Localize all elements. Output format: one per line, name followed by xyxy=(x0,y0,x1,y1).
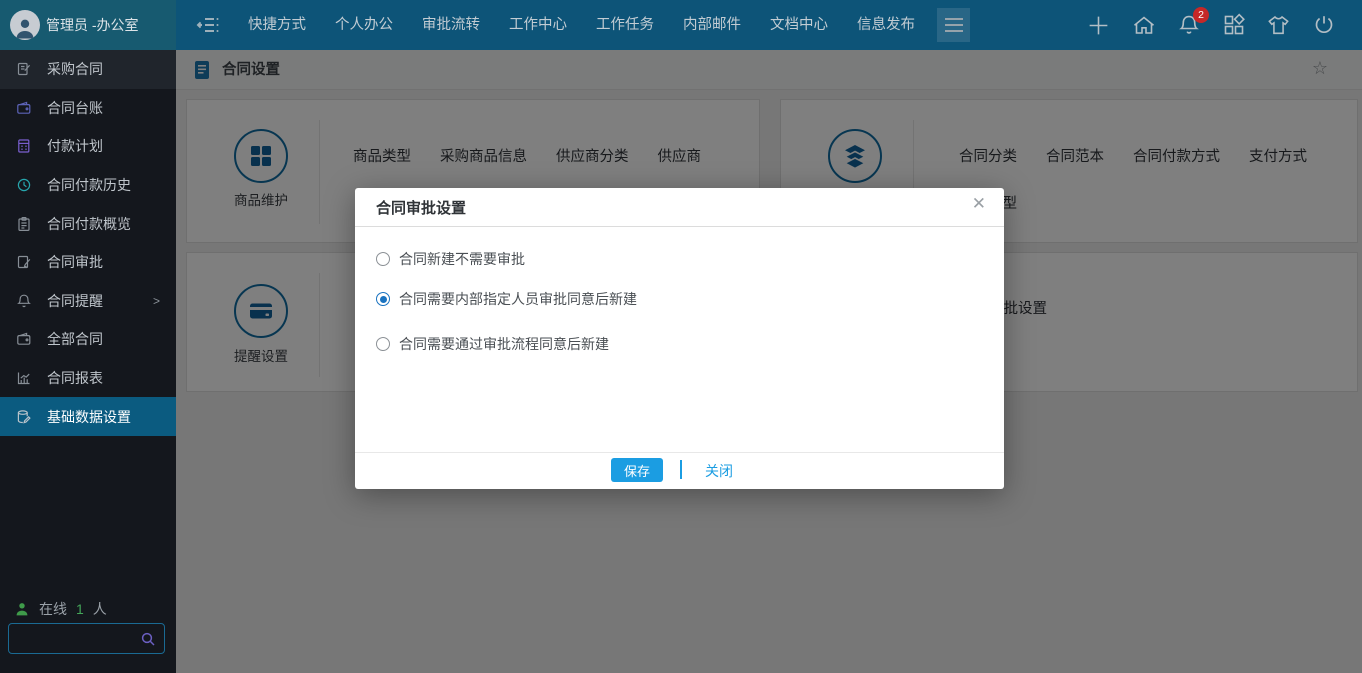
option-label: 合同需要内部指定人员审批同意后新建 xyxy=(399,289,637,309)
bell-icon xyxy=(16,293,32,309)
dialog-footer-divider xyxy=(355,452,1004,453)
sidebar-item-label: 基础数据设置 xyxy=(47,407,131,427)
option-workflow-approval[interactable]: 合同需要通过审批流程同意后新建 xyxy=(376,334,609,354)
document-sign-icon xyxy=(16,254,32,270)
sidebar-item-purchase-contract[interactable]: 采购合同 xyxy=(0,50,176,89)
nav-item-approval-flow[interactable]: 审批流转 xyxy=(422,0,480,50)
sidebar-item-contract-reports[interactable]: 合同报表 xyxy=(0,359,176,398)
topbar-icon-group: 2 xyxy=(1086,0,1336,50)
theme-shirt-icon[interactable] xyxy=(1266,13,1291,38)
document-edit-icon xyxy=(16,61,32,77)
dialog-header-divider xyxy=(355,226,1004,227)
option-internal-assigned-approval[interactable]: 合同需要内部指定人员审批同意后新建 xyxy=(376,289,637,309)
sidebar-item-label: 合同提醒 xyxy=(47,291,103,311)
contract-approval-settings-dialog: 合同审批设置 ✕ 合同新建不需要审批 合同需要内部指定人员审批同意后新建 合同需… xyxy=(355,188,1004,489)
dialog-title: 合同审批设置 xyxy=(376,197,466,218)
apps-grid-icon[interactable] xyxy=(1221,13,1246,38)
sidebar: 采购合同 合同台账 付款计划 合同付款历史 合同付款概览 xyxy=(0,50,176,673)
sidebar-search-input[interactable] xyxy=(8,623,165,654)
clock-icon xyxy=(16,177,32,193)
save-button[interactable]: 保存 xyxy=(611,458,663,482)
sidebar-item-label: 采购合同 xyxy=(47,59,103,79)
sidebar-item-label: 合同审批 xyxy=(47,252,103,272)
radio-unselected[interactable] xyxy=(376,337,390,351)
nav-item-internal-mail[interactable]: 内部邮件 xyxy=(683,0,741,50)
online-user-icon xyxy=(14,601,30,617)
nav-item-document-center[interactable]: 文档中心 xyxy=(770,0,828,50)
database-icon xyxy=(16,409,32,425)
main-nav: 快捷方式 个人办公 审批流转 工作中心 工作任务 内部邮件 文档中心 信息发布 xyxy=(248,0,915,50)
user-icon xyxy=(13,16,37,40)
top-bar: 管理员 -办公室 快捷方式 个人办公 审批流转 工作中心 工作任务 内部邮件 文… xyxy=(0,0,1362,50)
sidebar-item-label: 合同付款历史 xyxy=(47,175,131,195)
radio-selected[interactable] xyxy=(376,292,390,306)
nav-item-work-tasks[interactable]: 工作任务 xyxy=(596,0,654,50)
wallet-icon xyxy=(16,331,32,347)
online-unit: 人 xyxy=(93,599,107,619)
chevron-right-icon: > xyxy=(153,294,160,308)
add-icon[interactable] xyxy=(1086,13,1111,38)
sidebar-item-payment-plan[interactable]: 付款计划 xyxy=(0,127,176,166)
sidebar-item-payment-history[interactable]: 合同付款历史 xyxy=(0,166,176,205)
avatar xyxy=(10,10,40,40)
online-label: 在线 xyxy=(39,599,67,619)
sidebar-item-all-contracts[interactable]: 全部合同 xyxy=(0,320,176,359)
sidebar-item-label: 合同报表 xyxy=(47,368,103,388)
nav-item-personal-office[interactable]: 个人办公 xyxy=(335,0,393,50)
user-block[interactable]: 管理员 -办公室 xyxy=(0,0,176,50)
nav-item-shortcuts[interactable]: 快捷方式 xyxy=(248,0,306,50)
option-no-approval[interactable]: 合同新建不需要审批 xyxy=(376,249,525,269)
sidebar-item-label: 付款计划 xyxy=(47,136,103,156)
user-name: 管理员 -办公室 xyxy=(46,0,139,50)
sidebar-item-base-data-settings[interactable]: 基础数据设置 xyxy=(0,397,176,436)
close-icon[interactable]: ✕ xyxy=(972,194,986,214)
notification-badge: 2 xyxy=(1193,7,1209,23)
option-label: 合同新建不需要审批 xyxy=(399,249,525,269)
more-menu-icon[interactable] xyxy=(937,8,970,42)
clipboard-icon xyxy=(16,216,32,232)
radio-unselected[interactable] xyxy=(376,252,390,266)
online-count: 1 xyxy=(76,601,84,617)
calculator-icon xyxy=(16,138,32,154)
sidebar-item-contract-ledger[interactable]: 合同台账 xyxy=(0,89,176,128)
wallet-icon xyxy=(16,100,32,116)
home-icon[interactable] xyxy=(1131,13,1156,38)
close-button[interactable]: 关闭 xyxy=(705,461,733,481)
nav-item-info-publish[interactable]: 信息发布 xyxy=(857,0,915,50)
nav-item-work-center[interactable]: 工作中心 xyxy=(509,0,567,50)
online-status: 在线 1人 xyxy=(14,599,107,619)
search-icon[interactable] xyxy=(140,631,156,647)
logout-power-icon[interactable] xyxy=(1311,13,1336,38)
chart-icon xyxy=(16,370,32,386)
sidebar-item-label: 合同台账 xyxy=(47,98,103,118)
collapse-menu-icon[interactable] xyxy=(195,13,221,37)
button-separator xyxy=(680,460,682,479)
sidebar-item-contract-approval[interactable]: 合同审批 xyxy=(0,243,176,282)
notifications-bell-icon[interactable]: 2 xyxy=(1176,13,1201,38)
sidebar-item-payment-overview[interactable]: 合同付款概览 xyxy=(0,204,176,243)
sidebar-item-contract-reminder[interactable]: 合同提醒 > xyxy=(0,282,176,321)
sidebar-item-label: 合同付款概览 xyxy=(47,214,131,234)
option-label: 合同需要通过审批流程同意后新建 xyxy=(399,334,609,354)
sidebar-item-label: 全部合同 xyxy=(47,329,103,349)
